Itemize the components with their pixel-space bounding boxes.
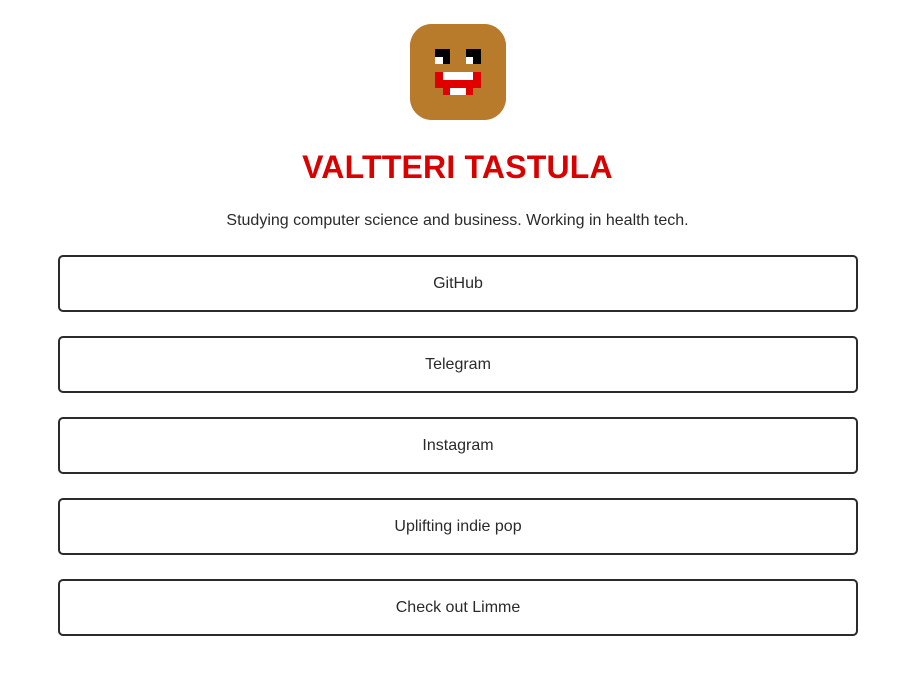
link-label: Uplifting indie pop: [394, 517, 522, 535]
link-label: GitHub: [433, 274, 483, 292]
link-list: GitHub Telegram Instagram Uplifting indi…: [58, 255, 858, 660]
profile-bio: Studying computer science and business. …: [226, 212, 689, 229]
instagram-link-button[interactable]: Instagram: [58, 417, 858, 474]
link-label: Instagram: [422, 436, 494, 454]
github-link-button[interactable]: GitHub: [58, 255, 858, 312]
profile-page: VALTTERI TASTULA Studying computer scien…: [0, 0, 915, 678]
limme-link-button[interactable]: Check out Limme: [58, 579, 858, 636]
avatar: [410, 24, 506, 120]
pixel-face-icon: [410, 24, 506, 120]
profile-name: VALTTERI TASTULA: [302, 149, 613, 185]
uplifting-indie-pop-link-button[interactable]: Uplifting indie pop: [58, 498, 858, 555]
link-label: Check out Limme: [395, 598, 521, 616]
telegram-link-button[interactable]: Telegram: [58, 336, 858, 393]
link-label: Telegram: [425, 355, 491, 373]
